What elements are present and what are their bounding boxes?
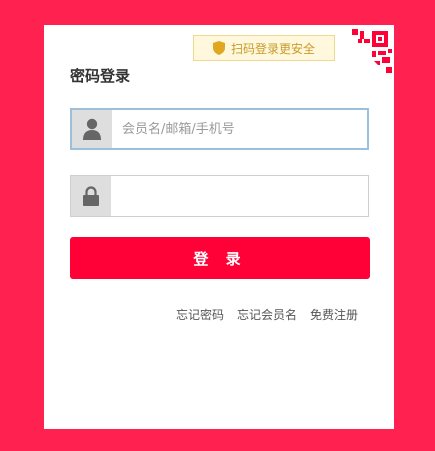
password-input[interactable] — [111, 176, 368, 216]
username-field[interactable] — [70, 108, 369, 150]
password-field[interactable] — [70, 175, 369, 217]
forgot-password-link[interactable]: 忘记密码 — [176, 306, 224, 323]
page-title: 密码登录 — [70, 67, 131, 85]
forgot-username-link[interactable]: 忘记会员名 — [237, 306, 297, 323]
qr-tip-text: 扫码登录更安全 — [230, 41, 315, 56]
login-card: 扫码登录更安全 密码登录 会员名/邮箱/手机号 登 录 忘记密码 忘记会员名 免… — [44, 25, 394, 429]
username-input[interactable] — [112, 110, 367, 148]
user-icon — [72, 110, 112, 148]
shield-icon — [212, 41, 225, 55]
qr-code-icon[interactable] — [338, 25, 394, 81]
help-links: 忘记密码 忘记会员名 免费注册 — [176, 306, 358, 323]
lock-icon — [71, 176, 111, 216]
login-button[interactable]: 登 录 — [70, 237, 370, 279]
qr-login-tip[interactable]: 扫码登录更安全 — [193, 35, 335, 61]
register-link[interactable]: 免费注册 — [310, 306, 358, 323]
